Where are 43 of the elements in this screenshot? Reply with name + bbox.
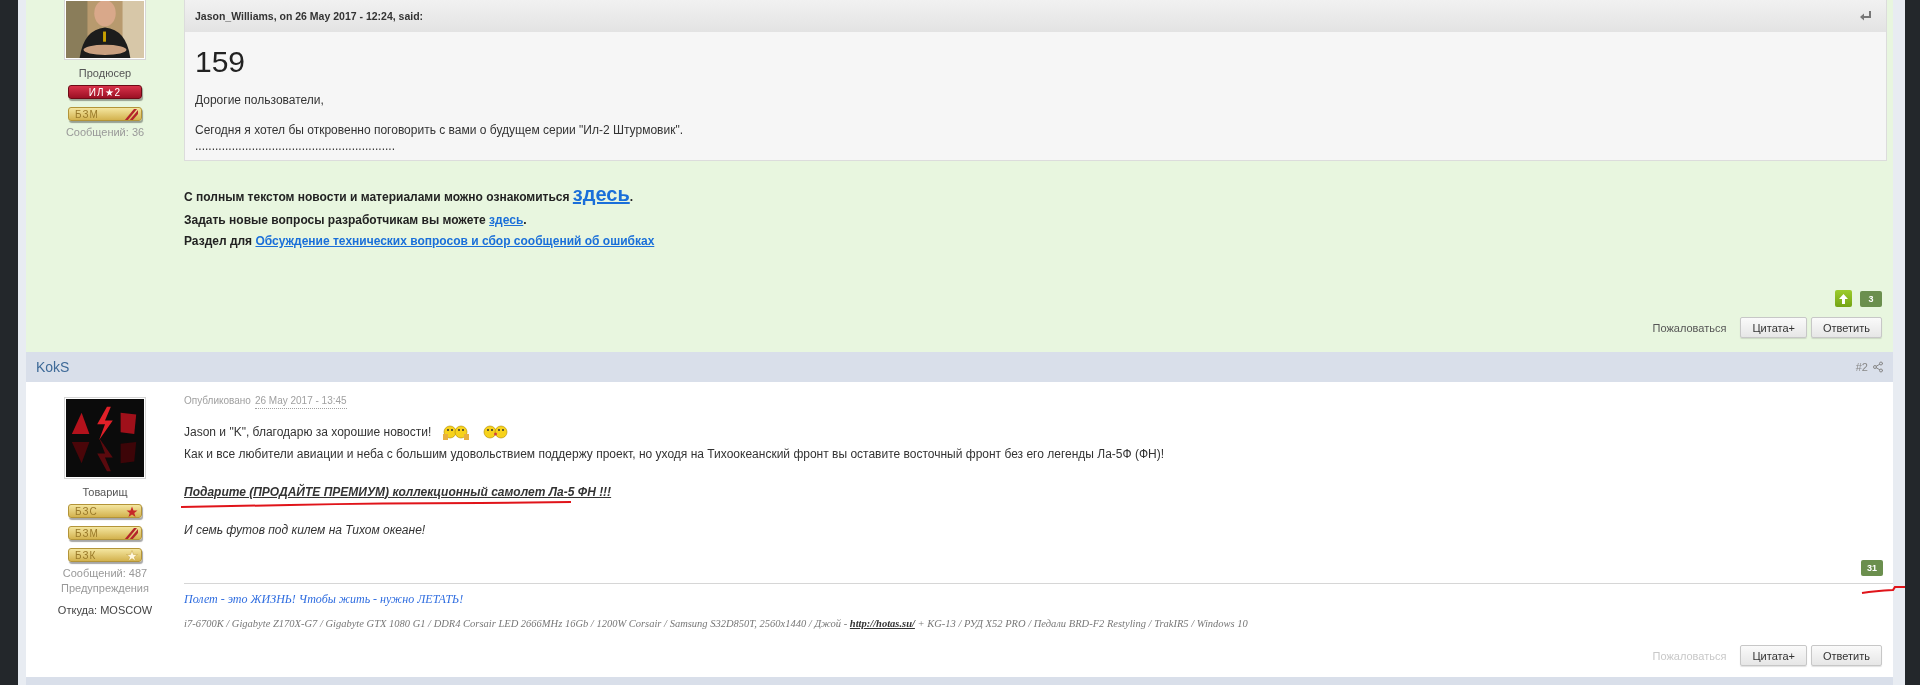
reputation-count: 31 <box>1861 560 1883 576</box>
quote-citation: Jason_Williams, on 26 May 2017 - 12:24, said: <box>195 10 424 22</box>
signature-motto: Полет - это ЖИЗНЬ! Чтобы жить - нужно ЛЕТАТЬ! <box>184 592 465 607</box>
member-rank: Товарищ <box>82 485 128 499</box>
arrow-up-icon <box>1839 293 1848 304</box>
quote-paragraph: ............................................................ <box>195 138 397 154</box>
report-link[interactable]: Пожаловаться <box>1652 321 1727 334</box>
post-sentence: Раздел для Обсуждение технических вопросов и сбор сообщений об ошибках <box>184 233 656 250</box>
award-badge: ИЛ★2 <box>68 85 142 99</box>
post-sentence: С полным текстом новости и материалами можно ознакомиться здесь. <box>184 182 635 207</box>
smiley-icon <box>441 422 472 442</box>
post-text: И семь футов под килем на Тихом океане! <box>184 522 426 539</box>
member-stat: Сообщений: 487 <box>62 567 148 580</box>
published-label: Опубликовано <box>184 394 251 408</box>
signature-specs: i7-6700K / Gigabyte Z170X-G7 / Gigabyte GTX 1080 G1 / DDR4 Corsair LED 2666MHz 16Gb / 1200W Corsair / Samsung S32D850T, 2560x1440 / Джой - http://hotas.su/ + KG-13 / РУД X52 PRO / Педали BRD-F2 Restyling / TrakIR5 / Windows 10 <box>184 618 1249 629</box>
member-location: Откуда: MOSCOW <box>57 603 153 617</box>
link[interactable]: здесь <box>572 183 630 205</box>
quote-headline: 159 <box>195 44 247 80</box>
member-stat: Предупреждения <box>61 582 149 595</box>
return-arrow-icon[interactable] <box>1860 11 1872 21</box>
post-text: Jason и "K", благодарю за хорошие новости! <box>184 424 432 441</box>
link[interactable]: Обсуждение технических вопросов и сбор сообщений об ошибках <box>255 234 655 248</box>
award-badge: БЗК <box>68 548 142 562</box>
post-sentence: Задать новые вопросы разработчикам вы можете здесь. <box>184 212 528 229</box>
award-badge: БЗМ <box>68 526 142 540</box>
author-name[interactable]: KokS <box>36 359 70 375</box>
award-badge: БЗМ <box>68 107 142 121</box>
reputation-count: 3 <box>1860 290 1882 307</box>
award-badge: БЗС <box>68 504 142 518</box>
reply-button[interactable]: Ответить <box>1810 645 1882 666</box>
upvote-button[interactable] <box>1835 290 1852 307</box>
quote-button[interactable]: Цитата+ <box>1740 317 1807 338</box>
reply-button[interactable]: Ответить <box>1810 317 1882 338</box>
member-stat: Сообщений: 36 <box>65 126 145 139</box>
quote-button[interactable]: Цитата+ <box>1740 645 1807 666</box>
post-text: Подарите (ПРОДАЙТЕ ПРЕМИУМ) коллекционный самолет Ла-5 ФН !!! <box>184 483 612 501</box>
member-rank: Продюсер <box>78 66 132 80</box>
quote-paragraph: Дорогие пользователи, <box>195 92 325 108</box>
post-date: 26 May 2017 - 13:45 <box>254 394 347 409</box>
quote-paragraph: Сегодня я хотел бы откровенно поговорить с вами о будущем серии "Ил-2 Штурмовик". <box>195 122 684 138</box>
link[interactable]: http://hotas.su/ <box>849 618 915 629</box>
share-icon[interactable] <box>1872 361 1884 373</box>
post-text: Как и все любители авиации и неба с большим удовольствием поддержу проект, но уходя на Тихоокеанский фронт вы оставите восточный фронт без его легенды Ла-5Ф (ФН)! <box>184 446 1165 463</box>
